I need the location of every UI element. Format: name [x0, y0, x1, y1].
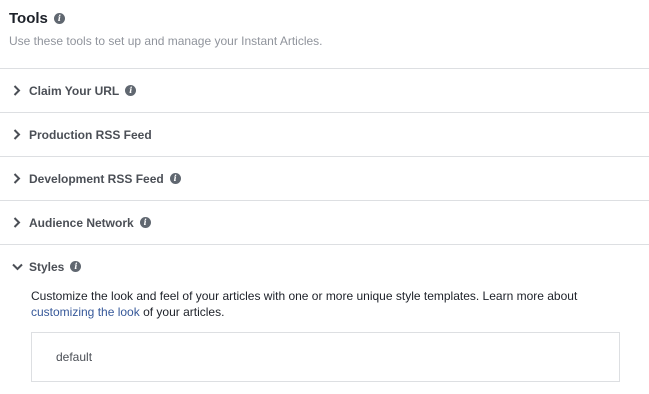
style-template-default[interactable]: default	[31, 332, 620, 382]
styles-description: Customize the look and feel of your arti…	[31, 288, 621, 320]
styles-description-tail: of your articles.	[139, 305, 225, 319]
section-label: Audience Network	[29, 215, 134, 230]
customizing-the-look-link[interactable]: customizing the look	[31, 305, 140, 319]
styles-description-text: Customize the look and feel of your arti…	[31, 289, 578, 303]
section-label: Production RSS Feed	[29, 127, 152, 142]
chevron-right-icon	[11, 85, 23, 97]
chevron-right-icon	[11, 129, 23, 141]
section-production-rss-feed[interactable]: Production RSS Feed	[0, 112, 649, 156]
section-label: Development RSS Feed	[29, 171, 164, 186]
section-claim-your-url[interactable]: Claim Your URL i	[0, 68, 649, 112]
section-label: Styles	[29, 259, 65, 274]
section-audience-network[interactable]: Audience Network i	[0, 200, 649, 244]
chevron-right-icon	[11, 173, 23, 185]
info-icon[interactable]: i	[139, 217, 151, 228]
info-icon[interactable]: i	[169, 173, 181, 184]
info-icon[interactable]: i	[53, 12, 65, 24]
section-development-rss-feed[interactable]: Development RSS Feed i	[0, 156, 649, 200]
page-subtitle: Use these tools to set up and manage you…	[9, 34, 323, 48]
tools-header: Tools i Use these tools to set up and ma…	[9, 8, 649, 49]
info-icon[interactable]: i	[70, 261, 82, 272]
page-title: Tools	[9, 9, 48, 27]
section-styles[interactable]: Styles i	[0, 244, 649, 288]
section-label: Claim Your URL	[29, 83, 120, 98]
title-row: Tools i	[9, 8, 649, 28]
chevron-down-icon	[11, 261, 23, 273]
chevron-right-icon	[11, 217, 23, 229]
info-icon[interactable]: i	[125, 85, 137, 96]
style-template-name: default	[56, 350, 93, 364]
